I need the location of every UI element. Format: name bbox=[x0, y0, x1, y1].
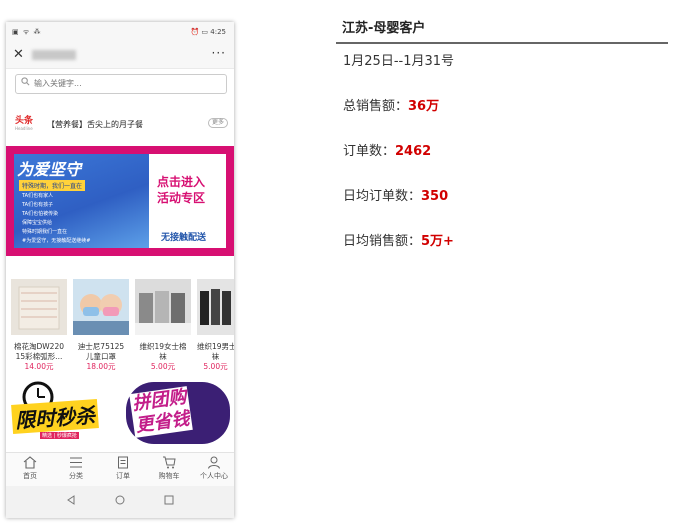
list-icon bbox=[70, 457, 82, 468]
tab-label: 个人中心 bbox=[200, 472, 228, 480]
stat-value: 5万+ bbox=[421, 234, 454, 249]
activity-banner[interactable]: 为爱坚守 特殊时期，我们一直在 TA们也有家人 TA们也有孩子 TA们也怕被传染… bbox=[6, 146, 234, 256]
tab-home[interactable]: 首页 bbox=[10, 456, 50, 481]
stat-label: 总销售额： bbox=[343, 99, 409, 114]
tab-label: 订单 bbox=[116, 472, 130, 480]
status-icons-left: ▣ ᯤ ⁂ bbox=[12, 28, 42, 36]
stat-total-sales: 总销售额：36万 bbox=[343, 95, 439, 114]
phone-screenshot: ▣ ᯤ ⁂ ⏰ ▭ 4:25 ✕ ··· 头条 Headline 【营养餐】舌尖… bbox=[6, 22, 234, 518]
product-item[interactable]: 迪士尼75125 儿童口罩 18.00元 bbox=[73, 279, 129, 371]
banner-delivery: 无接触配送 bbox=[161, 233, 207, 243]
tab-profile[interactable]: 个人中心 bbox=[194, 456, 234, 481]
promo-section: 限时秒杀 精选 | 秒爆疯抢 拼团购 更省钱 bbox=[6, 372, 234, 450]
stats-panel: 江苏-母婴客户 bbox=[336, 14, 668, 44]
product-image-towel bbox=[11, 279, 67, 335]
status-time: ⏰ ▭ 4:25 bbox=[190, 28, 226, 36]
home-button-icon[interactable] bbox=[115, 495, 125, 505]
banner-inner: 为爱坚守 特殊时期，我们一直在 TA们也有家人 TA们也有孩子 TA们也怕被传染… bbox=[14, 154, 226, 248]
group-buy-banner[interactable]: 拼团购 更省钱 bbox=[124, 376, 232, 448]
headline-more-button[interactable]: 更多 bbox=[207, 118, 228, 128]
stat-orders: 订单数：2462 bbox=[343, 140, 431, 159]
status-bar: ▣ ᯤ ⁂ ⏰ ▭ 4:25 bbox=[6, 22, 234, 42]
product-list: 棉花淘DW220 15彩棉弧形... 14.00元 迪士尼75125 儿童口罩 … bbox=[6, 279, 234, 371]
banner-line: TA们也怕被传染 bbox=[22, 211, 59, 217]
banner-line: TA们也有孩子 bbox=[22, 202, 54, 208]
product-price: 18.00元 bbox=[86, 362, 116, 371]
stat-daily-orders: 日均订单数：350 bbox=[343, 185, 448, 204]
recent-apps-icon[interactable] bbox=[164, 495, 174, 505]
banner-left-panel: 为爱坚守 特殊时期，我们一直在 TA们也有家人 TA们也有孩子 TA们也怕被传染… bbox=[14, 154, 149, 248]
banner-line: 保障宝宝供给 bbox=[22, 220, 53, 226]
stat-label: 日均订单数： bbox=[343, 189, 422, 204]
product-name: 迪士尼75125 bbox=[77, 342, 125, 351]
stat-value: 2462 bbox=[395, 144, 432, 159]
tab-category[interactable]: 分类 bbox=[56, 456, 96, 481]
headline-logo: 头条 Headline bbox=[15, 116, 34, 131]
blurred-title bbox=[32, 50, 76, 60]
product-name: 维织19女士棉 bbox=[139, 342, 187, 351]
product-name: 15彩棉弧形... bbox=[15, 352, 63, 361]
product-name: 儿童口罩 bbox=[86, 352, 116, 361]
bottom-tab-bar: 首页 分类 订单 购物车 个人中心 bbox=[6, 452, 234, 487]
product-price: 5.00元 bbox=[150, 362, 176, 371]
product-image-masks bbox=[73, 279, 129, 335]
product-item[interactable]: 维织19男士 袜 5.00元 bbox=[197, 279, 234, 371]
title-bar: ✕ ··· bbox=[6, 42, 234, 69]
banner-line: 特殊时期我们一直在 bbox=[22, 229, 68, 235]
product-item[interactable]: 棉花淘DW220 15彩棉弧形... 14.00元 bbox=[11, 279, 67, 371]
flash-sale-tag: 精选 | 秒爆疯抢 bbox=[40, 432, 79, 439]
search-box[interactable] bbox=[15, 74, 227, 94]
date-range: 1月25日--1月31号 bbox=[343, 54, 455, 69]
stat-label: 订单数： bbox=[343, 144, 396, 159]
banner-tag: 特殊时期，我们一直在 bbox=[19, 180, 86, 191]
product-name: 维织19男士 bbox=[197, 342, 234, 351]
product-price: 5.00元 bbox=[203, 362, 228, 371]
flash-sale-label: 限时秒杀 bbox=[11, 399, 99, 434]
product-name: 袜 bbox=[211, 352, 220, 361]
stat-daily-sales: 日均销售额：5万+ bbox=[343, 230, 454, 249]
stat-label: 日均销售额： bbox=[343, 234, 422, 249]
banner-cta-text: 点击进入 活动专区 bbox=[157, 175, 206, 205]
tab-cart[interactable]: 购物车 bbox=[149, 456, 189, 481]
order-icon bbox=[118, 456, 128, 469]
product-name: 袜 bbox=[159, 352, 167, 361]
stat-value: 36万 bbox=[408, 99, 440, 114]
stat-value: 350 bbox=[421, 189, 449, 204]
alarm-icon: ⏰ bbox=[190, 28, 200, 36]
home-icon bbox=[23, 456, 37, 469]
banner-line: #为爱坚守，无接触配送继续# bbox=[22, 238, 91, 244]
headline-bar[interactable]: 头条 Headline 【营养餐】舌尖上的月子餐 更多 bbox=[15, 116, 230, 134]
system-nav-bar bbox=[6, 486, 234, 518]
search-input[interactable] bbox=[34, 76, 214, 91]
cart-icon bbox=[163, 456, 176, 469]
product-item[interactable]: 维织19女士棉 袜 5.00元 bbox=[135, 279, 191, 371]
back-icon[interactable] bbox=[66, 495, 76, 505]
tab-orders[interactable]: 订单 bbox=[103, 456, 143, 481]
headline-text[interactable]: 【营养餐】舌尖上的月子餐 bbox=[47, 119, 143, 130]
banner-title: 为爱坚守 bbox=[17, 160, 82, 179]
flash-sale-banner[interactable]: 限时秒杀 精选 | 秒爆疯抢 bbox=[6, 378, 114, 446]
banner-cta[interactable]: 点击进入 活动专区 bbox=[157, 174, 205, 206]
product-image-socks bbox=[197, 279, 234, 335]
search-icon bbox=[21, 77, 30, 86]
tab-label: 首页 bbox=[23, 472, 37, 480]
product-name: 棉花淘DW220 bbox=[13, 342, 64, 351]
tab-label: 分类 bbox=[69, 472, 83, 480]
tab-label: 购物车 bbox=[158, 472, 180, 480]
product-image-socks bbox=[135, 279, 191, 335]
banner-line: TA们也有家人 bbox=[22, 193, 54, 199]
user-icon bbox=[208, 456, 220, 469]
group-buy-label: 拼团购 更省钱 bbox=[129, 386, 193, 438]
product-price: 14.00元 bbox=[24, 362, 54, 371]
panel-title: 江苏-母婴客户 bbox=[336, 14, 668, 44]
close-icon[interactable]: ✕ bbox=[13, 47, 24, 62]
more-menu-icon[interactable]: ··· bbox=[212, 46, 226, 60]
battery-icon: ▭ bbox=[201, 28, 209, 36]
